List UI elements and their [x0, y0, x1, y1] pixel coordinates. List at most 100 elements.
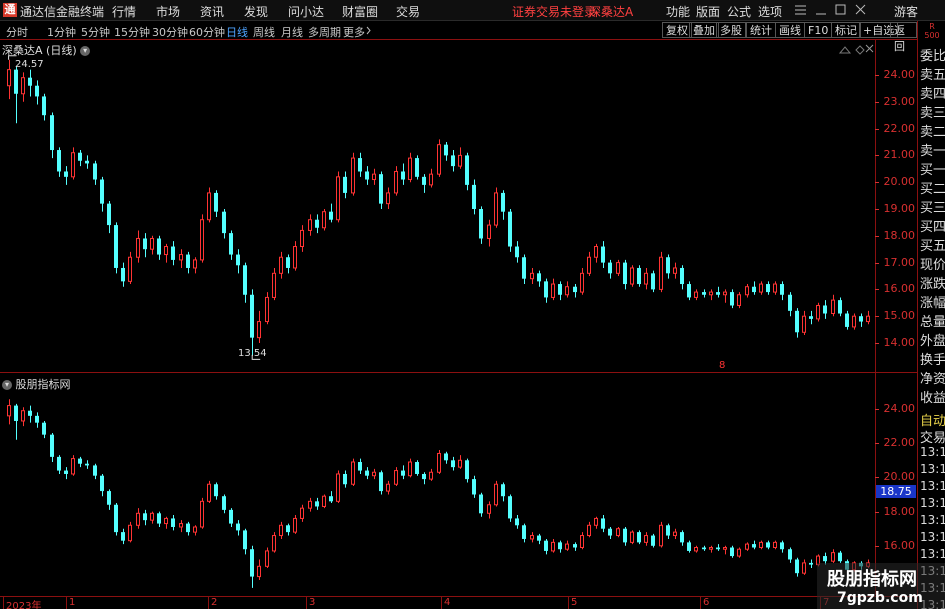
draw-line-button[interactable]: 画线: [775, 22, 805, 38]
indicator-candle[interactable]: [336, 470, 340, 504]
indicator-candle[interactable]: [193, 525, 197, 536]
indicator-candle[interactable]: [745, 542, 749, 551]
main-candle[interactable]: [200, 214, 204, 263]
main-candle[interactable]: [315, 214, 319, 234]
chevron-right-icon[interactable]: [366, 26, 371, 35]
indicator-candle[interactable]: [57, 455, 61, 474]
indicator-candle[interactable]: [515, 515, 519, 529]
main-candle[interactable]: [35, 80, 39, 105]
main-candle[interactable]: [594, 243, 598, 263]
indicator-candle[interactable]: [7, 399, 11, 425]
indicator-candle[interactable]: [759, 540, 763, 550]
chevron-down-icon[interactable]: ▾: [2, 380, 12, 390]
indicator-candle[interactable]: [114, 503, 118, 536]
indicator-candle[interactable]: [608, 526, 612, 539]
main-candle[interactable]: [773, 281, 777, 295]
main-candle[interactable]: [494, 187, 498, 228]
main-candle[interactable]: [823, 300, 827, 319]
main-candle[interactable]: [121, 262, 125, 287]
indicator-candle[interactable]: [279, 521, 283, 539]
indicator-candle[interactable]: [308, 497, 312, 512]
main-candle[interactable]: [479, 206, 483, 244]
period-more[interactable]: 更多: [343, 24, 365, 40]
period-weekly[interactable]: 周线: [253, 24, 275, 40]
indicator-candle[interactable]: [157, 511, 161, 527]
indicator-candle[interactable]: [601, 515, 605, 533]
main-candle[interactable]: [243, 262, 247, 303]
indicator-candle[interactable]: [150, 511, 154, 524]
main-candle[interactable]: [680, 265, 684, 290]
indicator-candle[interactable]: [171, 515, 175, 531]
main-candle[interactable]: [107, 200, 111, 234]
close-icon[interactable]: [855, 4, 866, 15]
tab-trade[interactable]: 交易: [920, 427, 945, 446]
indicator-candle[interactable]: [329, 491, 333, 504]
menu-market-quotes[interactable]: 行情: [112, 3, 136, 20]
main-candle[interactable]: [336, 171, 340, 223]
indicator-candle[interactable]: [322, 494, 326, 509]
indicator-candle[interactable]: [472, 475, 476, 498]
indicator-candle[interactable]: [666, 523, 670, 539]
main-candle[interactable]: [222, 209, 226, 239]
indicator-candle[interactable]: [623, 526, 627, 546]
indicator-candle[interactable]: [694, 545, 698, 553]
statistics-button[interactable]: 统计: [746, 22, 776, 38]
main-candlestick-chart[interactable]: [0, 40, 875, 372]
indicator-candle[interactable]: [637, 530, 641, 545]
main-candle[interactable]: [300, 225, 304, 252]
multi-stock-button[interactable]: 多股: [716, 22, 746, 38]
main-candle[interactable]: [193, 257, 197, 274]
menu-formula[interactable]: 公式: [727, 3, 751, 20]
period-1min[interactable]: 1分钟: [47, 24, 76, 40]
main-candle[interactable]: [21, 72, 25, 102]
indicator-candle[interactable]: [265, 547, 269, 569]
indicator-candle[interactable]: [479, 492, 483, 517]
indicator-candle[interactable]: [795, 557, 799, 577]
indicator-candle[interactable]: [659, 521, 663, 548]
menu-discover[interactable]: 发现: [244, 3, 268, 20]
main-candle[interactable]: [587, 251, 591, 276]
indicator-candle[interactable]: [358, 458, 362, 474]
period-intraday[interactable]: 分时: [6, 24, 28, 40]
main-candle[interactable]: [766, 281, 770, 295]
indicator-candle[interactable]: [300, 504, 304, 522]
main-candle[interactable]: [186, 251, 190, 274]
main-candle[interactable]: [759, 281, 763, 295]
indicator-candle[interactable]: [164, 516, 168, 529]
main-candle[interactable]: [544, 278, 548, 303]
main-candle[interactable]: [401, 163, 405, 185]
indicator-candle[interactable]: [673, 528, 677, 539]
main-candle[interactable]: [608, 259, 612, 279]
main-candle[interactable]: [515, 241, 519, 263]
overlay-button[interactable]: 叠加: [689, 22, 719, 38]
main-candle[interactable]: [530, 267, 534, 285]
main-candle[interactable]: [207, 187, 211, 223]
restore-rights-button[interactable]: 复权: [662, 22, 692, 38]
event-marker[interactable]: 8: [719, 360, 725, 371]
main-chart-pane[interactable]: 深桑达A (日线) ▾ 24.57 13.54 8: [0, 40, 875, 372]
main-candle[interactable]: [293, 241, 297, 271]
indicator-candle[interactable]: [709, 545, 713, 553]
indicator-candle[interactable]: [831, 549, 835, 563]
indicator-candle[interactable]: [214, 482, 218, 500]
indicator-candle[interactable]: [365, 467, 369, 480]
main-candle[interactable]: [859, 313, 863, 327]
main-candle[interactable]: [737, 292, 741, 309]
indicator-candle[interactable]: [78, 456, 82, 468]
indicator-candle[interactable]: [573, 542, 577, 551]
main-candle[interactable]: [164, 243, 168, 263]
indicator-candle[interactable]: [408, 458, 412, 478]
menu-trade[interactable]: 交易: [396, 3, 420, 20]
indicator-candle[interactable]: [401, 465, 405, 480]
indicator-candle[interactable]: [315, 497, 319, 510]
main-candle[interactable]: [537, 270, 541, 287]
main-candle[interactable]: [551, 278, 555, 301]
main-candle[interactable]: [472, 179, 476, 215]
indicator-candle[interactable]: [222, 494, 226, 514]
main-candle[interactable]: [422, 174, 426, 193]
indicator-candle[interactable]: [487, 501, 491, 519]
indicator-candle[interactable]: [522, 523, 526, 543]
main-candle[interactable]: [458, 147, 462, 169]
indicator-candle[interactable]: [121, 528, 125, 545]
indicator-candle[interactable]: [236, 520, 240, 536]
